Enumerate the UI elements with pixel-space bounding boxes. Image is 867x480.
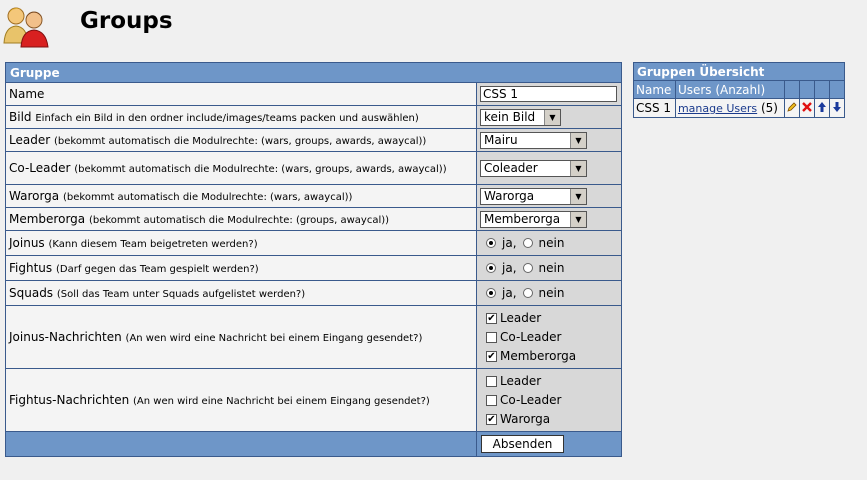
fightus-msg-coleader-checkbox[interactable] (486, 394, 497, 406)
squads-yes-radio[interactable] (486, 288, 496, 298)
chevron-down-icon: ▼ (570, 211, 586, 227)
fightus-no-label: nein (538, 261, 565, 275)
group-form: Gruppe Name Bild Einfach ein Bild in den… (4, 62, 623, 457)
joinus-msg-coleader-checkbox[interactable] (486, 331, 497, 343)
bild-select[interactable]: kein Bild ▼ (480, 108, 561, 126)
leader-selected-value: Mairu (484, 132, 518, 147)
warorga-select[interactable]: Warorga ▼ (480, 187, 587, 205)
squads-label: Squads (9, 286, 54, 300)
joinus-msgs-row: Joinus-Nachrichten (An wen wird eine Nac… (5, 305, 623, 369)
joinus-no-label: nein (538, 236, 565, 250)
leader-hint: (bekommt automatisch die Modulrechte: (w… (53, 136, 427, 147)
squads-no-label: nein (538, 286, 565, 300)
delete-x-icon[interactable] (799, 98, 815, 118)
checkbox-label: Co-Leader (500, 330, 562, 344)
chevron-down-icon: ▼ (570, 132, 586, 148)
fightus-msg-leader-checkbox[interactable] (486, 375, 497, 387)
group-name-cell: CSS 1 (633, 98, 676, 118)
arrow-down-icon[interactable] (829, 98, 845, 118)
bild-selected-value: kein Bild (484, 109, 536, 124)
checkbox-label: Leader (500, 374, 542, 388)
fightus-yes-label: ja, (502, 261, 517, 275)
name-input[interactable] (480, 86, 617, 102)
leader-label: Leader (9, 133, 51, 147)
groups-users-icon (3, 7, 49, 48)
squads-yes-label: ja, (502, 286, 517, 300)
chevron-down-icon: ▼ (570, 160, 586, 176)
checkbox-label: Leader (500, 311, 542, 325)
groups-overview: Gruppen Übersicht Name Users (Anzahl) CS… (633, 62, 845, 118)
name-row: Name (5, 82, 623, 106)
joinus-msg-leader-checkbox[interactable]: ✔ (486, 312, 497, 324)
memberorga-row: Memberorga (bekommt automatisch die Modu… (5, 207, 623, 231)
fightus-no-radio[interactable] (522, 263, 533, 273)
col-users-header: Users (Anzahl) (674, 80, 786, 99)
coleader-row: Co-Leader (bekommt automatisch die Modul… (5, 151, 623, 185)
joinus-yes-radio[interactable] (486, 238, 496, 248)
fightus-msgs-label: Fightus-Nachrichten (9, 393, 130, 407)
leader-select[interactable]: Mairu ▼ (480, 131, 587, 149)
fightus-label: Fightus (9, 261, 53, 275)
form-footer: Absenden (5, 431, 623, 457)
fightus-msg-warorga-checkbox[interactable]: ✔ (486, 413, 497, 425)
leader-row: Leader (bekommt automatisch die Modulrec… (5, 128, 623, 152)
fightus-hint: (Darf gegen das Team gespielt werden?) (55, 264, 259, 275)
joinus-row: Joinus (Kann diesem Team beigetreten wer… (5, 230, 623, 256)
coleader-select[interactable]: Coleader ▼ (480, 159, 587, 177)
edit-pencil-icon[interactable] (784, 98, 800, 118)
page-header: Groups (0, 0, 867, 52)
table-row: CSS 1 manage Users (5) (633, 98, 845, 118)
chevron-down-icon: ▼ (544, 109, 560, 125)
bild-label: Bild (9, 110, 32, 124)
warorga-label: Warorga (9, 189, 60, 203)
checkbox-label: Memberorga (500, 349, 577, 363)
fightus-msgs-hint: (An wen wird eine Nachricht bei einem Ei… (133, 396, 430, 407)
fightus-msgs-row: Fightus-Nachrichten (An wen wird eine Na… (5, 368, 623, 432)
coleader-hint: (bekommt automatisch die Modulrechte: (w… (74, 164, 447, 175)
squads-row: Squads (Soll das Team unter Squads aufge… (5, 280, 623, 306)
memberorga-selected-value: Memberorga (484, 211, 561, 226)
col-name-header: Name (633, 80, 676, 99)
memberorga-select[interactable]: Memberorga ▼ (480, 210, 587, 228)
coleader-selected-value: Coleader (484, 160, 538, 175)
warorga-hint: (bekommt automatisch die Modulrechte: (w… (62, 192, 353, 203)
checkbox-label: Co-Leader (500, 393, 562, 407)
joinus-label: Joinus (9, 236, 45, 250)
overview-title: Gruppen Übersicht (633, 62, 845, 81)
fightus-yes-radio[interactable] (486, 263, 496, 273)
bild-hint: Einfach ein Bild in den ordner include/i… (35, 113, 419, 124)
joinus-msgs-label: Joinus-Nachrichten (9, 330, 122, 344)
chevron-down-icon: ▼ (570, 188, 586, 204)
coleader-label: Co-Leader (9, 161, 71, 175)
arrow-up-icon[interactable] (814, 98, 830, 118)
squads-hint: (Soll das Team unter Squads aufgelistet … (56, 289, 306, 300)
joinus-hint: (Kann diesem Team beigetreten werden?) (48, 239, 258, 250)
user-count: (5) (760, 101, 778, 115)
manage-users-link[interactable]: manage Users (678, 102, 757, 115)
joinus-msgs-hint: (An wen wird eine Nachricht bei einem Ei… (125, 333, 423, 344)
warorga-selected-value: Warorga (484, 188, 535, 203)
checkbox-label: Warorga (500, 412, 551, 426)
form-section-title: Gruppe (4, 62, 623, 83)
memberorga-label: Memberorga (9, 212, 86, 226)
joinus-msg-memberorga-checkbox[interactable]: ✔ (486, 350, 497, 362)
memberorga-hint: (bekommt automatisch die Modulrechte: (g… (88, 215, 390, 226)
name-label: Name (9, 87, 45, 101)
joinus-no-radio[interactable] (522, 238, 533, 248)
fightus-row: Fightus (Darf gegen das Team gespielt we… (5, 255, 623, 281)
squads-no-radio[interactable] (522, 288, 533, 298)
joinus-yes-label: ja, (502, 236, 517, 250)
submit-button[interactable]: Absenden (481, 435, 564, 453)
warorga-row: Warorga (bekommt automatisch die Modulre… (5, 184, 623, 208)
bild-row: Bild Einfach ein Bild in den ordner incl… (5, 105, 623, 129)
page-title: Groups (80, 8, 173, 34)
